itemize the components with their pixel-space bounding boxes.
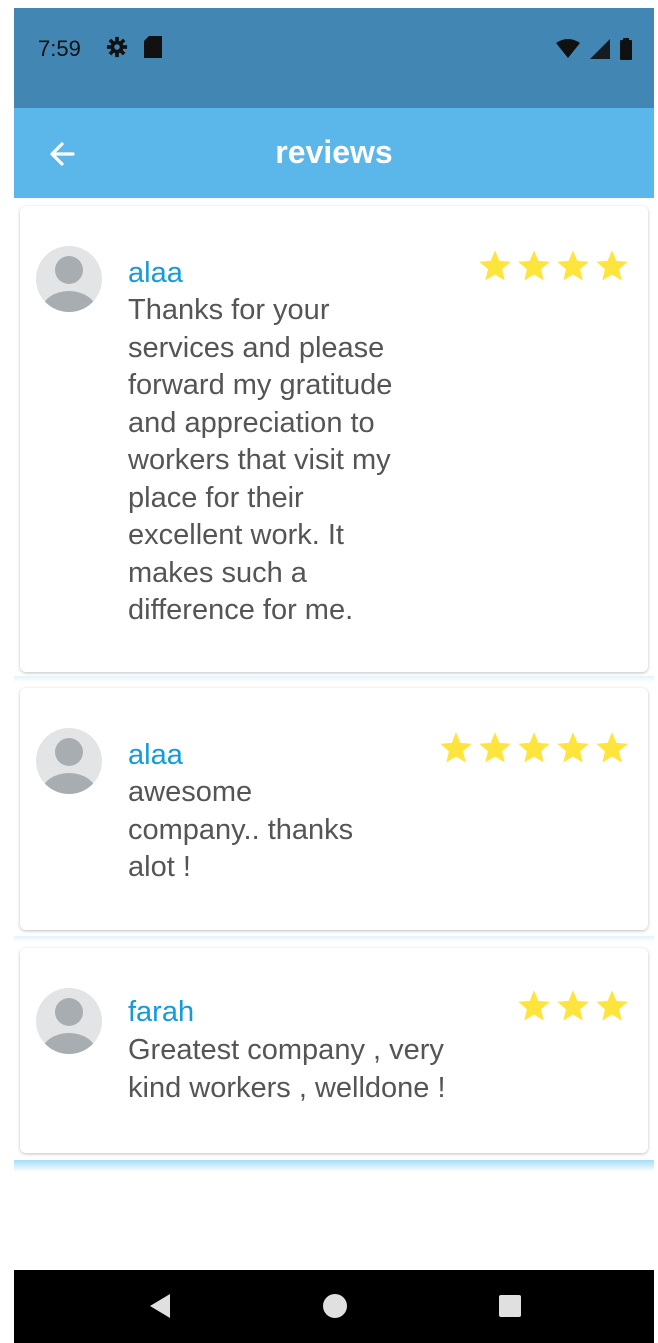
back-triangle-icon <box>150 1294 170 1318</box>
avatar <box>36 988 102 1054</box>
review-text-line: Thanks for your <box>128 294 330 326</box>
status-time: 7:59 <box>38 36 81 61</box>
star-icon <box>518 732 550 763</box>
review-text-line: alot ! <box>128 851 191 883</box>
nav-recents-button[interactable] <box>498 1294 522 1323</box>
divider <box>14 936 654 942</box>
review-text: awesome company.. thanks alot ! <box>128 774 498 887</box>
star-rating <box>477 248 630 284</box>
review-text: Thanks for your services and please forw… <box>128 292 498 630</box>
review-text-line: forward my gratitude <box>128 369 393 401</box>
avatar <box>36 246 102 312</box>
review-card: alaa Thanks for your services and please… <box>20 206 648 672</box>
navigation-bar <box>14 1270 654 1343</box>
star-icon <box>440 732 472 763</box>
reviewer-name: alaa <box>128 739 183 771</box>
star-icon <box>518 250 550 281</box>
reviewer-name: alaa <box>128 257 183 289</box>
review-text-line: makes such a <box>128 556 307 589</box>
status-bar: 7:59 <box>14 8 654 108</box>
wifi-icon <box>556 39 580 58</box>
star-icon <box>479 732 511 763</box>
star-icon <box>596 990 628 1021</box>
home-circle-icon <box>323 1294 347 1318</box>
review-text-line: difference for me. <box>128 594 354 626</box>
star-icon <box>518 990 550 1021</box>
star-rating <box>516 988 630 1024</box>
avatar <box>36 728 102 794</box>
review-card: farah Greatest company , very kind worke… <box>20 948 648 1153</box>
review-text-line: kind workers , welldone ! <box>128 1071 446 1104</box>
star-icon <box>596 250 628 281</box>
divider <box>14 676 654 682</box>
review-text-line: services and please <box>128 331 385 364</box>
review-text-line: and appreciation to <box>128 406 375 439</box>
star-icon <box>557 250 589 281</box>
nav-back-button[interactable] <box>146 1292 172 1325</box>
star-rating <box>438 730 630 766</box>
review-text-line: company.. thanks <box>128 813 354 846</box>
recents-square-icon <box>499 1295 521 1317</box>
nav-home-button[interactable] <box>322 1293 348 1324</box>
review-text-line: excellent work. It <box>128 519 344 551</box>
battery-icon <box>620 38 632 60</box>
review-text-line: place for their <box>128 481 304 514</box>
signal-icon <box>590 39 610 59</box>
app-bar: reviews <box>14 108 654 198</box>
star-icon <box>557 990 589 1021</box>
review-text: Greatest company , very kind workers , w… <box>128 1032 508 1107</box>
review-text-line: Greatest company , very <box>128 1034 444 1066</box>
review-text-line: workers that visit my <box>128 444 391 476</box>
star-icon <box>557 732 589 763</box>
gear-icon <box>106 36 128 58</box>
reviewer-name: farah <box>128 996 195 1028</box>
page-title: reviews <box>275 134 393 170</box>
star-icon <box>596 732 628 763</box>
sd-card-icon <box>144 36 162 58</box>
review-card: alaa awesome company.. thanks alot ! <box>20 688 648 930</box>
star-icon <box>479 250 511 281</box>
list-end-glow <box>14 1160 654 1172</box>
review-text-line: awesome <box>128 776 253 808</box>
